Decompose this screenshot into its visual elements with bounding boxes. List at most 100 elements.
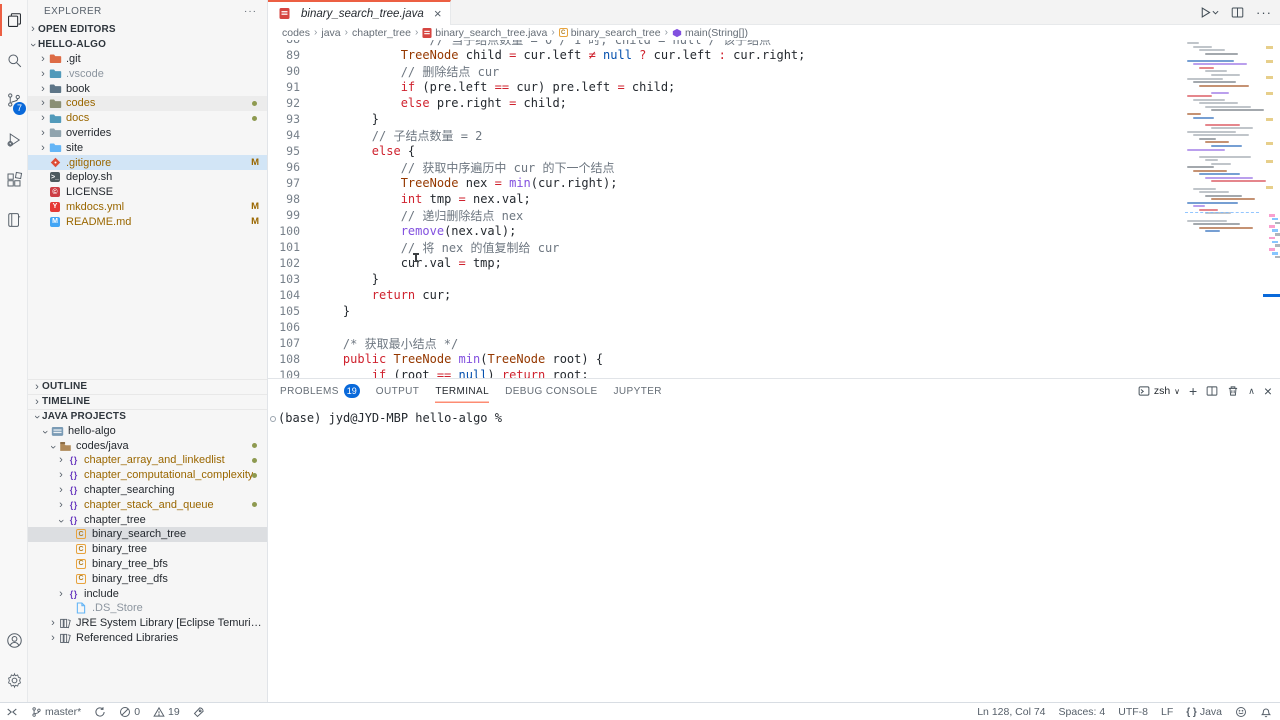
timeline-section[interactable]: › TIMELINE	[28, 394, 267, 409]
status-bell[interactable]	[1260, 706, 1272, 718]
code-line-97[interactable]: 97 TreeNode nex = min(cur.right);	[268, 175, 1185, 191]
java-project-item-include[interactable]: ›{ }include	[28, 586, 267, 601]
status-ln-128-col-74[interactable]: Ln 128, Col 74	[977, 706, 1045, 718]
java-project-item-chapter-searching[interactable]: ›{ }chapter_searching	[28, 483, 267, 498]
breadcrumb-item[interactable]: codes	[282, 27, 310, 39]
explorer-icon[interactable]	[0, 0, 28, 40]
maximize-panel-icon[interactable]: ∧	[1248, 386, 1255, 397]
status-spaces-4[interactable]: Spaces: 4	[1059, 706, 1106, 718]
status-warning[interactable]: 19	[153, 706, 180, 718]
file-item-license[interactable]: ©LICENSE	[28, 185, 267, 200]
status-lf[interactable]: LF	[1161, 706, 1173, 718]
java-project-item-chapter-array-and-linkedlist[interactable]: ›{ }chapter_array_and_linkedlist	[28, 453, 267, 468]
breadcrumb-item[interactable]: main(String[])	[672, 27, 748, 39]
code-line-92[interactable]: 92 else pre.right = child;	[268, 95, 1185, 111]
code-line-100[interactable]: 100 remove(nex.val);	[268, 223, 1185, 239]
code-line-90[interactable]: 90 // 删除结点 cur	[268, 63, 1185, 79]
code-line-106[interactable]: 106	[268, 319, 1185, 335]
java-project-item--ds-store[interactable]: .DS_Store	[28, 601, 267, 616]
panel-tab-terminal[interactable]: TERMINAL	[435, 379, 489, 403]
java-project-item-referenced-libraries[interactable]: ›Referenced Libraries	[28, 631, 267, 646]
code-line-99[interactable]: 99 // 递归删除结点 nex	[268, 207, 1185, 223]
run-debug-icon[interactable]	[0, 120, 28, 160]
close-panel-icon[interactable]: ×	[1264, 383, 1272, 399]
code-line-105[interactable]: 105 }	[268, 303, 1185, 319]
account-icon[interactable]	[0, 620, 28, 660]
file-item-book[interactable]: ›book	[28, 81, 267, 96]
open-editors-section[interactable]: › OPEN EDITORS	[28, 22, 267, 37]
new-terminal-button[interactable]: +	[1189, 383, 1197, 399]
code-line-109[interactable]: 109 if (root == null) return root;	[268, 367, 1185, 378]
status-braces[interactable]: { }Java	[1186, 706, 1222, 718]
code-editor[interactable]: 88 // 当子结点数量 = 0 / 1 时, child = null / 该…	[268, 40, 1185, 378]
overview-ruler[interactable]	[1263, 0, 1280, 378]
java-project-item-binary-tree[interactable]: Cbinary_tree	[28, 542, 267, 557]
file-item-overrides[interactable]: ›overrides	[28, 126, 267, 141]
java-project-item-chapter-stack-and-queue[interactable]: ›{ }chapter_stack_and_queue	[28, 497, 267, 512]
file-item-mkdocs-yml[interactable]: Ymkdocs.ymlM	[28, 200, 267, 215]
code-line-108[interactable]: 108 public TreeNode min(TreeNode root) {	[268, 351, 1185, 367]
java-projects-section[interactable]: › JAVA PROJECTS	[28, 409, 267, 424]
kill-terminal-button[interactable]	[1227, 385, 1239, 397]
status-launch[interactable]	[193, 706, 205, 718]
file-item-codes[interactable]: ›codes	[28, 96, 267, 111]
code-line-89[interactable]: 89 TreeNode child = cur.left ≠ null ? cu…	[268, 47, 1185, 63]
breadcrumb-item[interactable]: binary_search_tree.java	[422, 27, 547, 39]
code-line-98[interactable]: 98 int tmp = nex.val;	[268, 191, 1185, 207]
code-line-103[interactable]: 103 }	[268, 271, 1185, 287]
terminal-prompt[interactable]: (base) jyd@JYD-MBP hello-algo %	[278, 411, 502, 425]
panel-tab-output[interactable]: OUTPUT	[376, 379, 420, 403]
code-line-96[interactable]: 96 // 获取中序遍历中 cur 的下一个结点	[268, 159, 1185, 175]
code-line-104[interactable]: 104 return cur;	[268, 287, 1185, 303]
project-root-hello-algo[interactable]: › HELLO-ALGO	[28, 37, 267, 52]
status-remote[interactable]	[6, 706, 18, 718]
breadcrumb-item[interactable]: Cbinary_search_tree	[559, 27, 661, 39]
code-line-95[interactable]: 95 else {	[268, 143, 1185, 159]
minimap[interactable]	[1185, 0, 1263, 378]
status-feedback[interactable]	[1235, 706, 1247, 718]
status-branch[interactable]: master*	[31, 706, 81, 718]
file-item-docs[interactable]: ›docs	[28, 111, 267, 126]
shell-selector[interactable]: zsh ∨	[1138, 385, 1180, 397]
code-line-102[interactable]: 102 cur.val = tmp;	[268, 255, 1185, 271]
java-project-item-binary-tree-bfs[interactable]: Cbinary_tree_bfs	[28, 557, 267, 572]
outline-section[interactable]: › OUTLINE	[28, 379, 267, 394]
java-project-item-binary-tree-dfs[interactable]: Cbinary_tree_dfs	[28, 571, 267, 586]
java-project-item-binary-search-tree[interactable]: Cbinary_search_tree	[28, 527, 267, 542]
file-item--vscode[interactable]: ›.vscode	[28, 66, 267, 81]
more-actions-icon[interactable]: ···	[244, 6, 257, 17]
file-item-readme-md[interactable]: MREADME.mdM	[28, 214, 267, 229]
file-item-site[interactable]: ›site	[28, 140, 267, 155]
source-control-icon[interactable]: 7	[0, 80, 28, 120]
java-project-item-codes-java[interactable]: ›codes/java	[28, 438, 267, 453]
settings-icon[interactable]	[0, 660, 28, 700]
close-icon[interactable]: ×	[434, 6, 442, 21]
java-project-item-chapter-computational-complexity[interactable]: ›{ }chapter_computational_complexity	[28, 468, 267, 483]
status-sync[interactable]	[94, 706, 106, 718]
code-line-101[interactable]: 101 // 将 nex 的值复制给 cur	[268, 239, 1185, 255]
line-number: 103	[268, 272, 300, 286]
file-item--gitignore[interactable]: .gitignoreM	[28, 155, 267, 170]
split-terminal-button[interactable]	[1206, 385, 1218, 397]
search-icon[interactable]	[0, 40, 28, 80]
extensions-icon[interactable]	[0, 160, 28, 200]
tab-binary-search-tree[interactable]: binary_search_tree.java ×	[268, 0, 451, 25]
status-utf-8[interactable]: UTF-8	[1118, 706, 1148, 718]
file-item-deploy-sh[interactable]: >_deploy.sh	[28, 170, 267, 185]
file-item--git[interactable]: ›.git	[28, 52, 267, 67]
panel-tab-jupyter[interactable]: JUPYTER	[614, 379, 662, 403]
panel-tab-debug-console[interactable]: DEBUG CONSOLE	[505, 379, 597, 403]
code-line-88[interactable]: 88 // 当子结点数量 = 0 / 1 时, child = null / 该…	[268, 40, 1185, 47]
panel-tab-problems[interactable]: PROBLEMS19	[280, 379, 360, 403]
java-project-item-jre-system-library-eclipse-temurin-17-17[interactable]: ›JRE System Library [Eclipse Temurin 17 …	[28, 616, 267, 631]
java-project-item-hello-algo[interactable]: ›hello-algo	[28, 423, 267, 438]
code-line-91[interactable]: 91 if (pre.left == cur) pre.left = child…	[268, 79, 1185, 95]
java-project-item-chapter-tree[interactable]: ›{ }chapter_tree	[28, 512, 267, 527]
code-line-93[interactable]: 93 }	[268, 111, 1185, 127]
code-line-94[interactable]: 94 // 子结点数量 = 2	[268, 127, 1185, 143]
status-error[interactable]: 0	[119, 706, 140, 718]
notebook-icon[interactable]	[0, 200, 28, 240]
code-line-107[interactable]: 107 /* 获取最小结点 */	[268, 335, 1185, 351]
breadcrumb-item[interactable]: chapter_tree	[352, 27, 411, 39]
breadcrumb-item[interactable]: java	[321, 27, 340, 39]
